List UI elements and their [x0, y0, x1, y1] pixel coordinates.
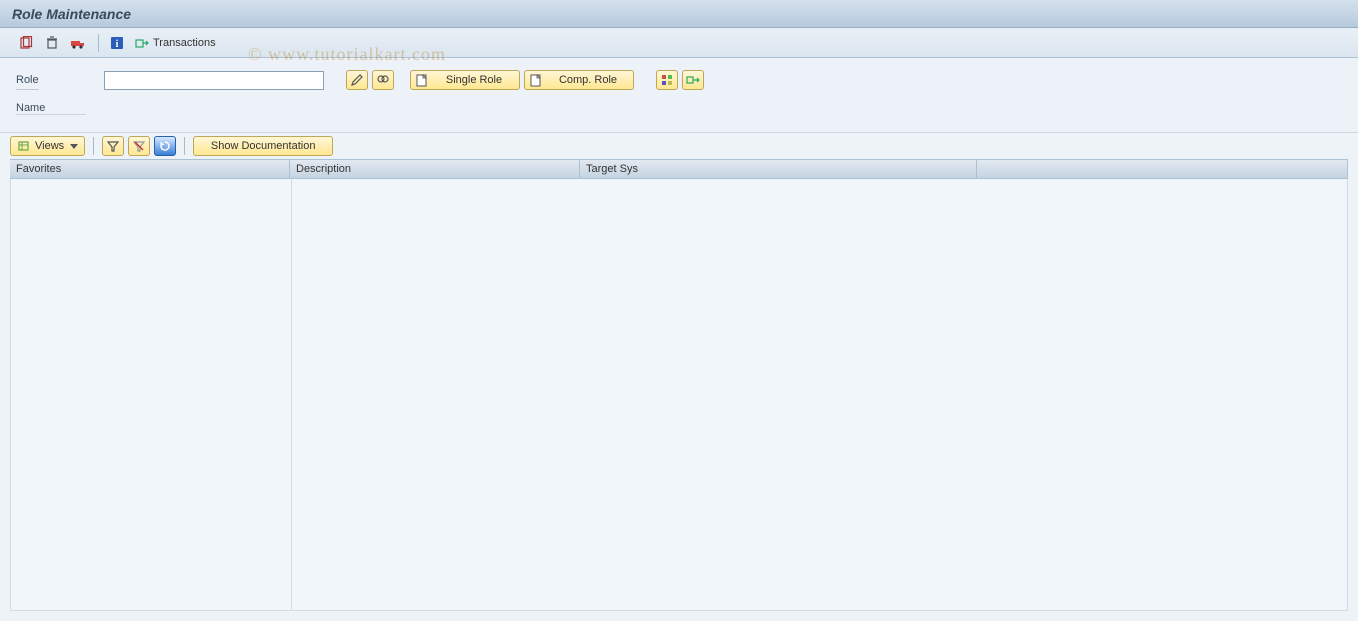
- comp-role-label: Comp. Role: [551, 74, 625, 86]
- toolbar-separator: [93, 137, 94, 155]
- name-row: Name: [16, 96, 1348, 120]
- page-title: Role Maintenance: [12, 6, 131, 22]
- chevron-down-icon: [70, 144, 78, 149]
- inheritance-button[interactable]: [682, 70, 704, 90]
- edit-button[interactable]: [346, 70, 368, 90]
- role-label: Role: [16, 74, 100, 86]
- app-toolbar: i Transactions: [0, 28, 1358, 58]
- views-label: Views: [35, 140, 64, 152]
- grid-header-favorites[interactable]: Favorites: [10, 160, 290, 178]
- window: Role Maintenance i Transactions © www.tu…: [0, 0, 1358, 621]
- role-row: Role Single Role Comp. Role: [16, 68, 1348, 92]
- grid-toolbar: Views Show Documentation: [0, 133, 1358, 159]
- toolbar-separator: [98, 34, 99, 52]
- copy-icon[interactable]: [14, 33, 38, 53]
- grid-header-description[interactable]: Description: [290, 160, 580, 178]
- grid-header-spare: [977, 160, 1348, 178]
- watermark-text: © www.tutorialkart.com: [248, 44, 446, 65]
- grid-header-target-sys[interactable]: Target Sys: [580, 160, 977, 178]
- delete-icon[interactable]: [40, 33, 64, 53]
- show-documentation-button[interactable]: Show Documentation: [193, 136, 333, 156]
- name-label: Name: [16, 102, 86, 115]
- grid-column-separator[interactable]: [291, 179, 292, 610]
- grid-body: [10, 179, 1348, 611]
- transactions-button[interactable]: Transactions: [131, 33, 220, 53]
- single-role-label: Single Role: [437, 74, 511, 86]
- single-role-button[interactable]: Single Role: [410, 70, 520, 90]
- transactions-label: Transactions: [153, 37, 216, 49]
- filter-button[interactable]: [102, 136, 124, 156]
- comp-role-button[interactable]: Comp. Role: [524, 70, 634, 90]
- where-used-button[interactable]: [656, 70, 678, 90]
- views-button[interactable]: Views: [10, 136, 85, 156]
- role-input[interactable]: [104, 71, 324, 90]
- info-icon[interactable]: i: [105, 33, 129, 53]
- show-documentation-label: Show Documentation: [211, 140, 316, 152]
- display-button[interactable]: [372, 70, 394, 90]
- grid-section: Views Show Documentation Favorites Descr…: [0, 133, 1358, 621]
- form-area: Role Single Role Comp. Role: [0, 58, 1358, 133]
- title-bar: Role Maintenance: [0, 0, 1358, 28]
- delete-filter-button[interactable]: [128, 136, 150, 156]
- grid-header: Favorites Description Target Sys: [10, 159, 1348, 179]
- transport-icon[interactable]: [66, 33, 90, 53]
- toolbar-separator: [184, 137, 185, 155]
- refresh-button[interactable]: [154, 136, 176, 156]
- svg-text:i: i: [116, 39, 119, 50]
